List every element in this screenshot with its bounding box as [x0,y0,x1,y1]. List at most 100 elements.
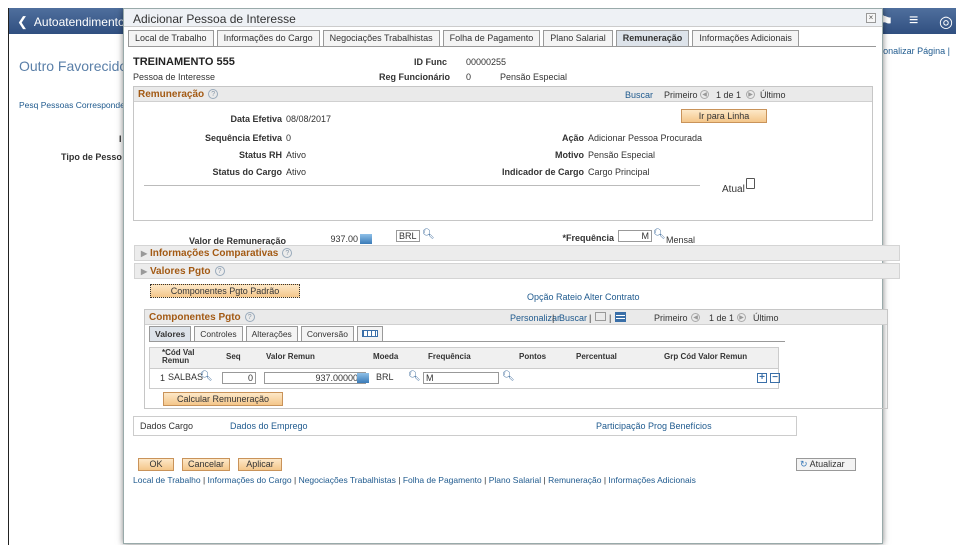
buscar-link[interactable]: Buscar [625,90,653,100]
chevron-left-icon: ❮ [17,14,28,29]
subtab-conversao[interactable]: Conversão [300,326,354,341]
last-label: Último [760,90,786,100]
navbar-icon[interactable]: ◎ [939,12,953,32]
buscar-link[interactable]: Buscar [559,313,587,323]
bg-label: I [119,134,122,144]
frequency-desc: Mensal [666,235,696,245]
valor-input[interactable]: 937.000000 [264,372,366,384]
expand-icon: ▶ [141,267,148,276]
currency-input[interactable]: BRL [396,230,420,242]
link-plano[interactable]: Plano Salarial [489,475,541,485]
delete-row-icon[interactable]: − [770,373,780,383]
sub-tab-bar: Valores Controles Alterações Conversão [149,326,386,341]
separator: | [552,313,555,323]
col-grp: Grp Cód Valor Remun [664,352,748,361]
grid-header: *Cód Val Remun Seq Valor Remun Moeda Fre… [149,347,779,369]
prev-icon[interactable]: ◀ [691,313,700,322]
employee-role: Pessoa de Interesse [133,72,216,82]
go-to-line-button[interactable]: Ir para Linha [681,109,767,123]
current-checkbox[interactable] [746,178,755,189]
comparative-info-bar[interactable]: ▶ Informações Comparativas? [134,245,900,261]
dados-emprego-link[interactable]: Dados do Emprego [230,421,308,431]
search-icon[interactable]: 🔍︎ [408,371,421,382]
search-icon[interactable]: 🔍︎ [422,229,435,240]
show-all-columns-icon[interactable] [356,326,383,341]
menu-icon[interactable]: ≡ [909,12,918,30]
subtab-controles[interactable]: Controles [194,326,243,341]
moeda-input[interactable]: BRL [374,372,404,384]
search-icon[interactable]: 🔍︎ [200,371,213,382]
prev-icon[interactable]: ◀ [700,90,709,99]
link-local-trabalho[interactable]: Local de Trabalho [133,475,201,485]
favorites-title: Outro Favorecido [19,58,128,74]
refresh-icon: ↻ [800,459,808,469]
separator: | [589,313,592,323]
tab-folha-pagamento[interactable]: Folha de Pagamento [442,30,541,46]
search-icon[interactable]: 🔍︎ [653,229,666,240]
seq-input[interactable]: 0 [222,372,256,384]
participacao-link[interactable]: Participação Prog Benefícios [596,421,712,431]
pay-components-header: Componentes Pgto? Personalizar | Buscar … [145,310,887,325]
col-valor: Valor Remun [266,352,315,361]
id-func-label: ID Func [414,57,447,67]
search-icon[interactable]: 🔍︎ [502,371,515,382]
subtab-valores[interactable]: Valores [149,326,192,341]
help-icon[interactable]: ? [244,312,255,323]
help-icon[interactable]: ? [282,248,293,259]
employee-name: TREINAMENTO 555 [133,56,235,68]
help-icon[interactable]: ? [214,266,225,277]
status-cargo-value: Ativo [286,167,307,177]
link-remuneracao[interactable]: Remuneração [548,475,601,485]
effective-seq-value: 0 [286,133,292,143]
tab-plano-salarial[interactable]: Plano Salarial [543,30,613,46]
refresh-button[interactable]: ↻ Atualizar [796,458,856,471]
link-folha[interactable]: Folha de Pagamento [403,475,482,485]
status-rh-label: Status RH [238,150,282,160]
tab-negociacoes[interactable]: Negociações Trabalhistas [322,30,440,46]
calculate-button[interactable]: Calcular Remuneração [163,392,283,406]
rem-value[interactable]: 937.00 [330,234,358,244]
tab-info-adicionais[interactable]: Informações Adicionais [692,30,799,46]
search-people-link[interactable]: Pesq Pessoas Corresponde [19,100,125,110]
status-cargo-label: Status do Cargo [212,167,282,177]
first-label: Primeiro [654,313,688,323]
pay-values-bar[interactable]: ▶ Valores Pgto? [134,263,900,279]
help-icon[interactable]: ? [208,89,219,100]
calendar-icon[interactable] [357,373,369,383]
cod-input[interactable]: SALBAS [166,372,203,384]
modal-title: Adicionar Pessoa de Interesse [133,12,296,26]
tab-local-trabalho[interactable]: Local de Trabalho [128,30,214,46]
next-icon[interactable]: ▶ [737,313,746,322]
job-indicator-label: Indicador de Cargo [501,167,584,177]
subtab-alteracoes[interactable]: Alterações [245,326,298,341]
link-info-adicionais[interactable]: Informações Adicionais [608,475,695,485]
effective-seq-label: Sequência Efetiva [204,133,282,143]
effective-date-value: 08/08/2017 [286,114,332,124]
allocation-option-link[interactable]: Opção Rateio Alter Contrato [527,292,640,302]
status-rh-value: Ativo [286,150,307,160]
frequency-input[interactable]: M [618,230,652,242]
expand-icon: ▶ [141,249,148,258]
divider [144,185,700,186]
tab-remuneracao[interactable]: Remuneração [615,30,690,46]
ok-button[interactable]: OK [138,458,174,471]
add-row-icon[interactable]: + [757,373,767,383]
next-icon[interactable]: ▶ [746,90,755,99]
bottom-nav-links: Local de Trabalho | Informações do Cargo… [133,475,696,485]
close-icon[interactable]: × [866,13,876,23]
add-person-modal: Adicionar Pessoa de Interesse × Local de… [123,8,900,544]
tab-info-cargo[interactable]: Informações do Cargo [216,30,320,46]
default-components-button[interactable]: Componentes Pgto Padrão [150,284,300,298]
view-all-icon[interactable] [595,312,606,321]
calendar-icon[interactable] [360,234,372,244]
remuneration-header: Remuneração? Buscar Primeiro ◀ 1 de 1 ▶ … [134,87,872,102]
download-grid-icon[interactable] [615,312,626,322]
tab-divider [128,46,876,47]
cancel-button[interactable]: Cancelar [182,458,230,471]
pay-components-title: Componentes Pgto? [149,312,255,323]
link-negociacoes[interactable]: Negociações Trabalhistas [299,475,396,485]
link-info-cargo[interactable]: Informações do Cargo [208,475,292,485]
person-type-label: Tipo de Pesso [61,152,122,162]
apply-button[interactable]: Aplicar [238,458,282,471]
freq-input[interactable]: M [423,372,499,384]
